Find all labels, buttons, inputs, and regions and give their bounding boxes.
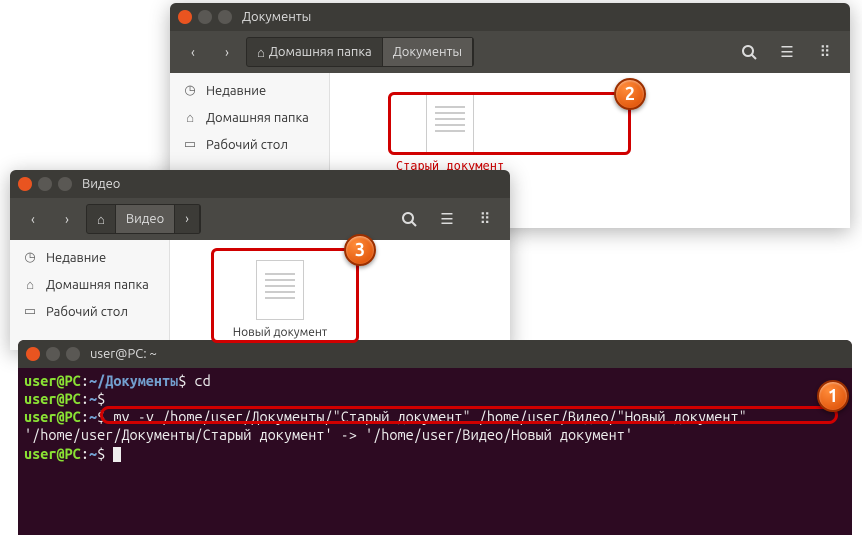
home-icon: ⌂ bbox=[257, 45, 265, 60]
back-button[interactable]: ‹ bbox=[18, 204, 48, 234]
breadcrumb-next[interactable]: › bbox=[175, 205, 200, 233]
sidebar-item-recent[interactable]: ◷ Недавние bbox=[10, 244, 169, 271]
maximize-icon[interactable] bbox=[218, 10, 232, 24]
breadcrumb-home-label: Домашняя папка bbox=[269, 45, 372, 59]
marker-badge: 3 bbox=[344, 234, 376, 266]
sidebar: ◷ Недавние ⌂ Домашняя папка ▭ Рабочий ст… bbox=[10, 240, 170, 350]
maximize-icon[interactable] bbox=[66, 347, 80, 361]
minimize-icon[interactable] bbox=[38, 177, 52, 191]
breadcrumb-current-label: Документы bbox=[393, 45, 462, 59]
sidebar-item-desktop[interactable]: ▭ Рабочий стол bbox=[10, 298, 169, 325]
file-area[interactable]: Новый документ bbox=[170, 240, 510, 350]
sidebar-item-label: Недавние bbox=[46, 251, 106, 265]
sidebar-item-label: Недавние bbox=[206, 84, 266, 98]
search-button[interactable] bbox=[392, 204, 426, 234]
back-button[interactable]: ‹ bbox=[178, 37, 208, 67]
window-title: Документы bbox=[242, 10, 311, 24]
minimize-icon[interactable] bbox=[46, 347, 60, 361]
home-icon: ⌂ bbox=[182, 110, 198, 125]
toolbar: ‹ › ⌂ Видео › ☰ ⠿ bbox=[10, 198, 510, 240]
breadcrumb: ⌂ Домашняя папка Документы bbox=[246, 37, 474, 67]
sidebar-item-home[interactable]: ⌂ Домашняя папка bbox=[170, 104, 329, 131]
terminal-line: user@PC:~/Документы$ cd bbox=[24, 372, 846, 390]
marker-badge: 1 bbox=[817, 380, 849, 412]
document-icon bbox=[426, 93, 474, 153]
grid-view-button[interactable]: ⠿ bbox=[468, 204, 502, 234]
file-manager-videos: Видео ‹ › ⌂ Видео › ☰ ⠿ ◷ Недавние ⌂ bbox=[10, 170, 510, 350]
toolbar: ‹ › ⌂ Домашняя папка Документы ☰ ⠿ bbox=[170, 31, 850, 73]
sidebar-item-label: Рабочий стол bbox=[206, 138, 288, 152]
forward-button[interactable]: › bbox=[212, 37, 242, 67]
list-view-button[interactable]: ☰ bbox=[770, 37, 804, 67]
file-item[interactable]: Новый документ bbox=[220, 260, 340, 339]
clock-icon: ◷ bbox=[22, 250, 38, 265]
home-icon: ⌂ bbox=[97, 212, 105, 227]
terminal-output: '/home/user/Документы/Старый документ' -… bbox=[24, 426, 846, 444]
sidebar-item-recent[interactable]: ◷ Недавние bbox=[170, 77, 329, 104]
minimize-icon[interactable] bbox=[198, 10, 212, 24]
file-item[interactable]: Старый документ bbox=[390, 93, 510, 173]
sidebar-item-label: Рабочий стол bbox=[46, 305, 128, 319]
breadcrumb-current-label: Видео bbox=[126, 212, 164, 226]
sidebar-item-label: Домашняя папка bbox=[206, 111, 309, 125]
chevron-right-icon: › bbox=[185, 212, 189, 226]
close-icon[interactable] bbox=[178, 10, 192, 24]
breadcrumb: ⌂ Видео › bbox=[86, 204, 201, 234]
terminal-body[interactable]: user@PC:~/Документы$ cd user@PC:~$ user@… bbox=[18, 368, 852, 467]
breadcrumb-current[interactable]: Документы bbox=[383, 38, 473, 66]
titlebar: user@PC: ~ bbox=[18, 340, 852, 368]
titlebar: Документы bbox=[170, 3, 850, 31]
cursor bbox=[113, 447, 121, 462]
search-button[interactable] bbox=[732, 37, 766, 67]
file-label: Новый документ bbox=[233, 326, 328, 339]
titlebar: Видео bbox=[10, 170, 510, 198]
forward-button[interactable]: › bbox=[52, 204, 82, 234]
desktop-icon: ▭ bbox=[22, 304, 38, 319]
maximize-icon[interactable] bbox=[58, 177, 72, 191]
terminal-window: user@PC: ~ user@PC:~/Документы$ cd user@… bbox=[18, 340, 852, 535]
home-icon: ⌂ bbox=[22, 277, 38, 292]
desktop-icon: ▭ bbox=[182, 137, 198, 152]
breadcrumb-home[interactable]: ⌂ bbox=[87, 205, 116, 233]
window-title: Видео bbox=[82, 177, 120, 191]
close-icon[interactable] bbox=[18, 177, 32, 191]
sidebar-item-home[interactable]: ⌂ Домашняя папка bbox=[10, 271, 169, 298]
marker-badge: 2 bbox=[614, 78, 646, 110]
breadcrumb-current[interactable]: Видео bbox=[116, 205, 175, 233]
terminal-line: user@PC:~$ mv -v /home/user/Документы/"С… bbox=[24, 408, 846, 426]
list-view-button[interactable]: ☰ bbox=[430, 204, 464, 234]
breadcrumb-home[interactable]: ⌂ Домашняя папка bbox=[247, 38, 383, 66]
close-icon[interactable] bbox=[26, 347, 40, 361]
clock-icon: ◷ bbox=[182, 83, 198, 98]
window-title: user@PC: ~ bbox=[90, 347, 157, 361]
terminal-line: user@PC:~$ bbox=[24, 390, 846, 408]
terminal-line: user@PC:~$ bbox=[24, 445, 846, 463]
sidebar-item-desktop[interactable]: ▭ Рабочий стол bbox=[170, 131, 329, 158]
document-icon bbox=[256, 260, 304, 320]
sidebar-item-label: Домашняя папка bbox=[46, 278, 149, 292]
grid-view-button[interactable]: ⠿ bbox=[808, 37, 842, 67]
